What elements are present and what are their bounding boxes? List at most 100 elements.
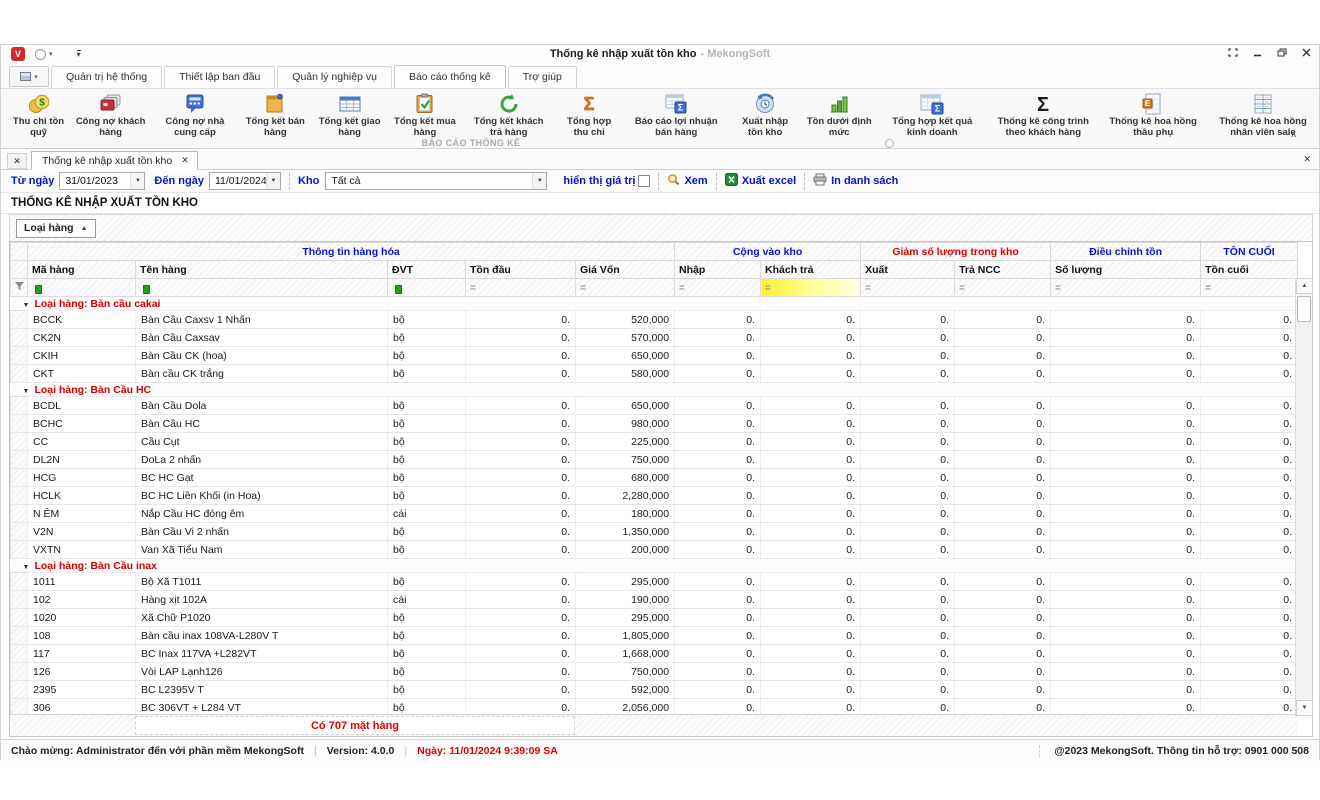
ribbon-button-1[interactable]: Công nợ khách hàng	[70, 91, 151, 139]
to-date-input[interactable]: 11/01/2024▼	[209, 172, 281, 190]
toolbar-overflow-icon[interactable]: ▾	[77, 50, 81, 59]
table-row[interactable]: 108Bàn cầu inax 108VA-L280V Tbộ0.1,805,0…	[11, 627, 1298, 645]
filter-cell-10[interactable]: =	[1201, 279, 1298, 297]
ribbon-button-2[interactable]: Công nợ nhà cung cấp	[151, 91, 238, 139]
minimize-button[interactable]	[1253, 48, 1262, 57]
table-row[interactable]: 126Vòi LAP Lạnh126bộ0.750,0000.0.0.0.0.0…	[11, 663, 1298, 681]
group-row[interactable]: ▼Loại hàng: Bàn Cầu inax	[11, 559, 1298, 573]
ribbon-button-9[interactable]: Xuất nhập tồn kho	[729, 91, 801, 139]
chevron-down-icon[interactable]: ▼	[266, 173, 280, 189]
view-button[interactable]: Xem	[667, 173, 707, 189]
collapse-ribbon-icon[interactable]: ∧	[1290, 129, 1297, 140]
column-header-6[interactable]: Khách trả	[761, 261, 861, 279]
row-indicator	[11, 487, 28, 505]
filter-bar: Từ ngày 31/01/2023▼ Đến ngày 11/01/2024▼…	[1, 170, 1319, 193]
ribbon-button-6[interactable]: Tổng kết khách trả hàng	[463, 91, 555, 139]
ribbon-button-13[interactable]: EThống kê hoa hồng thầu phụ	[1099, 91, 1207, 139]
close-button[interactable]	[1302, 48, 1311, 57]
ribbon-tab-2[interactable]: Quản lý nghiệp vụ	[277, 66, 392, 88]
filter-cell-1[interactable]: ∙∙	[136, 279, 388, 297]
group-row[interactable]: ▼Loại hàng: Bàn Cầu HC	[11, 383, 1298, 397]
restore-button[interactable]	[1277, 48, 1287, 57]
collapse-icon[interactable]: ▼	[23, 564, 30, 571]
table-row[interactable]: DL2NDoLa 2 nhấnbộ0.750,0000.0.0.0.0.0.	[11, 451, 1298, 469]
column-header-1[interactable]: Tên hàng	[136, 261, 388, 279]
cell: CC	[28, 433, 136, 451]
table-row[interactable]: CKIHBàn Cầu CK (hoa)bộ0.650,0000.0.0.0.0…	[11, 347, 1298, 365]
filter-cell-9[interactable]: =	[1051, 279, 1201, 297]
ribbon-button-5[interactable]: Tổng kết mua hàng	[387, 91, 462, 139]
table-row[interactable]: 2395BC L2395V Tbộ0.592,0000.0.0.0.0.0.	[11, 681, 1298, 699]
column-header-0[interactable]: Mã hàng	[28, 261, 136, 279]
table-row[interactable]: CCCầu Cụtbộ0.225,0000.0.0.0.0.0.	[11, 433, 1298, 451]
table-row[interactable]: N ÊMNắp Cầu HC đóng êmcái0.180,0000.0.0.…	[11, 505, 1298, 523]
ribbon-tab-4[interactable]: Trợ giúp	[508, 66, 577, 88]
ribbon-button-4[interactable]: Tổng kết giao hàng	[312, 91, 387, 139]
table-row[interactable]: VXTNVan Xã Tiểu Nambộ0.200,0000.0.0.0.0.…	[11, 541, 1298, 559]
quick-access-button[interactable]: ▾	[35, 49, 53, 60]
collapse-icon[interactable]: ▼	[23, 388, 30, 395]
scroll-down-icon[interactable]: ▼	[1296, 700, 1313, 716]
ribbon-button-7[interactable]: ΣTổng hợp thu chi	[555, 91, 623, 139]
export-excel-button[interactable]: Xuất excel	[725, 173, 796, 189]
column-header-9[interactable]: Số lượng	[1051, 261, 1201, 279]
chevron-down-icon[interactable]: ▼	[532, 173, 546, 189]
vertical-scrollbar[interactable]: ▲ ▼	[1295, 278, 1312, 716]
ribbon-button-8[interactable]: ΣBáo cáo lợi nhuận bán hàng	[623, 91, 729, 139]
ribbon-button-12[interactable]: ΣThống kê công trình theo khách hàng	[987, 91, 1099, 139]
table-row[interactable]: CKTBàn cầu CK trắngbộ0.580,0000.0.0.0.0.…	[11, 365, 1298, 383]
column-header-5[interactable]: Nhập	[675, 261, 761, 279]
filter-cell-4[interactable]: =	[576, 279, 675, 297]
table-row[interactable]: 1011Bộ Xã T1011bộ0.295,0000.0.0.0.0.0.	[11, 573, 1298, 591]
filter-cell-7[interactable]: =	[861, 279, 955, 297]
expand-icon[interactable]	[1228, 48, 1238, 57]
column-header-7[interactable]: Xuất	[861, 261, 955, 279]
filter-cell-0[interactable]: ∙∙	[28, 279, 136, 297]
application-menu-button[interactable]: ▾	[9, 66, 49, 87]
collapse-icon[interactable]: ▼	[23, 302, 30, 309]
table-row[interactable]: BCDLBàn Cầu Dolabộ0.650,0000.0.0.0.0.0.	[11, 397, 1298, 415]
tab-thong-ke-nhap-xuat-ton-kho[interactable]: Thống kê nhập xuất tồn kho✕	[31, 151, 198, 170]
filter-cell-2[interactable]: ∙∙	[388, 279, 466, 297]
filter-cell-highlighted[interactable]: =	[761, 279, 861, 297]
table-row[interactable]: CK2NBàn Cầu Caxsavbộ0.570,0000.0.0.0.0.0…	[11, 329, 1298, 347]
table-row[interactable]: HCGBC HC Gạtbộ0.680,0000.0.0.0.0.0.	[11, 469, 1298, 487]
ribbon-button-11[interactable]: ΣTổng hợp kết quả kinh doanh	[877, 91, 987, 139]
close-tab-button[interactable]: ✕	[7, 153, 27, 169]
warehouse-select[interactable]: Tất cả▼	[325, 172, 547, 190]
column-header-8[interactable]: Trả NCC	[955, 261, 1051, 279]
group-by-chip[interactable]: Loại hàng▲	[16, 219, 96, 238]
table-row[interactable]: 117BC Inax 117VA +L282VTbộ0.1,668,0000.0…	[11, 645, 1298, 663]
chevron-down-icon[interactable]: ▼	[130, 173, 144, 189]
column-header-3[interactable]: Tồn đầu	[466, 261, 576, 279]
table-row[interactable]: BCCKBàn Cầu Caxsv 1 Nhấnbộ0.520,0000.0.0…	[11, 311, 1298, 329]
table-row[interactable]: HCLKBC HC Liền Khối (in Hoa)bộ0.2,280,00…	[11, 487, 1298, 505]
cell: 0.	[466, 645, 576, 663]
show-value-checkbox[interactable]	[638, 175, 650, 187]
from-date-input[interactable]: 31/01/2023▼	[59, 172, 145, 190]
ribbon-tab-1[interactable]: Thiết lập ban đầu	[164, 66, 275, 88]
table-row[interactable]: V2NBàn Cầu Vi 2 nhấnbộ0.1,350,0000.0.0.0…	[11, 523, 1298, 541]
group-row[interactable]: ▼Loại hàng: Bàn cầu cakai	[11, 297, 1298, 311]
filter-cell-8[interactable]: =	[955, 279, 1051, 297]
scroll-up-icon[interactable]: ▲	[1296, 278, 1313, 294]
column-header-2[interactable]: ĐVT	[388, 261, 466, 279]
close-all-icon[interactable]: ✕	[1303, 154, 1311, 165]
table-row[interactable]: 1020Xã Chữ P1020bộ0.295,0000.0.0.0.0.0.	[11, 609, 1298, 627]
table-row[interactable]: 102Hàng xịt 102Acái0.190,0000.0.0.0.0.0.	[11, 591, 1298, 609]
scrollbar-thumb[interactable]	[1297, 296, 1311, 322]
column-header-4[interactable]: Giá Vốn	[576, 261, 675, 279]
column-header-10[interactable]: Tồn cuối	[1201, 261, 1298, 279]
ribbon-button-0[interactable]: $Thu chi tồn quỹ	[7, 91, 70, 139]
close-icon[interactable]: ✕	[181, 155, 189, 166]
ribbon-button-3[interactable]: Tổng kết bán hàng	[239, 91, 312, 139]
ribbon-button-14[interactable]: Thống kê hoa hồng nhân viên sale	[1207, 91, 1319, 139]
ribbon-tab-3[interactable]: Báo cáo thống kê	[394, 65, 506, 88]
dialog-launcher-icon[interactable]	[885, 139, 894, 148]
print-list-button[interactable]: In danh sách	[813, 173, 898, 189]
filter-cell-5[interactable]: =	[675, 279, 761, 297]
filter-cell-3[interactable]: =	[466, 279, 576, 297]
table-row[interactable]: BCHCBàn Cầu HCbộ0.980,0000.0.0.0.0.0.	[11, 415, 1298, 433]
ribbon-tab-0[interactable]: Quản trị hệ thống	[51, 66, 162, 88]
ribbon-button-10[interactable]: Tồn dưới định mức	[801, 91, 877, 139]
